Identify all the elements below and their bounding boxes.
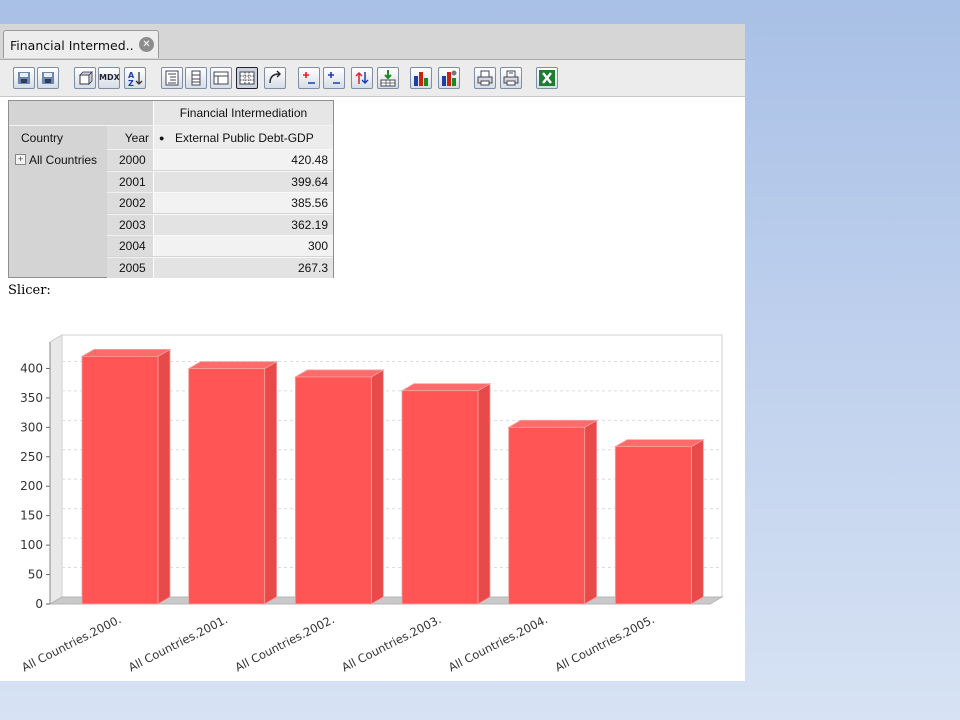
value-cell[interactable]: 385.56 [153, 192, 333, 213]
print-button[interactable] [474, 67, 496, 89]
y-tick-label: 0 [35, 597, 43, 611]
tab-bar: Financial Intermed.. ✕ [0, 24, 745, 60]
bar-chart: 0 50 100 150 200 250 300 350 400 All Countries.20… [19, 334, 724, 674]
sort-az-icon: AZ [125, 68, 145, 88]
x-category-label: All Countries.2004. [446, 612, 550, 674]
show-chart-icon [411, 68, 431, 88]
x-category-label: All Countries.2000. [19, 612, 123, 674]
drill-position-icon [324, 68, 344, 88]
show-properties-icon [211, 68, 231, 88]
suppress-empty-button[interactable] [236, 67, 258, 89]
show-parent-members-button[interactable] [161, 67, 183, 89]
pivot-viewer-window: Financial Intermed.. ✕ MDX A Z Financial I… [0, 24, 745, 681]
measure-group-header: Financial Intermediation [153, 101, 333, 125]
value-cell[interactable]: 300 [153, 235, 333, 256]
y-tick-label: 300 [20, 420, 43, 434]
y-tick-label: 150 [20, 509, 43, 523]
pivot-corner [9, 101, 153, 125]
save-button[interactable] [13, 67, 35, 89]
mdx-icon: MDX [99, 73, 120, 82]
close-tab-icon[interactable]: ✕ [139, 37, 154, 52]
bar[interactable] [507, 419, 599, 605]
tab-label: Financial Intermed.. [10, 38, 134, 53]
chart-config-icon [439, 68, 459, 88]
measure-bullet-icon: ● [159, 133, 165, 143]
cube-navigator-button[interactable] [74, 67, 96, 89]
toolbar: MDX A Z [0, 60, 745, 97]
print-config-button[interactable] [500, 67, 522, 89]
excel-export-button[interactable] [536, 67, 558, 89]
value-cell[interactable]: 362.19 [153, 213, 333, 235]
print-config-icon [501, 68, 521, 88]
x-category-label: All Countries.2002. [233, 612, 337, 674]
y-tick-label: 400 [20, 361, 43, 375]
y-tick-label: 200 [20, 479, 43, 493]
swap-axes-button[interactable] [264, 67, 286, 89]
bar[interactable] [80, 348, 172, 605]
tab-financial-intermediation[interactable]: Financial Intermed.. ✕ [3, 30, 159, 58]
year-row-header[interactable]: 2002 [107, 192, 153, 213]
chart-left-wall [49, 334, 63, 605]
show-properties-button[interactable] [210, 67, 232, 89]
bar[interactable] [613, 438, 705, 605]
print-icon [475, 68, 495, 88]
bar[interactable] [187, 360, 279, 605]
measure-label: External Public Debt-GDP [175, 131, 314, 145]
x-category-label: All Countries.2003. [339, 612, 443, 674]
y-tick-label: 100 [20, 538, 43, 552]
y-tick-label: 50 [28, 568, 43, 582]
bar[interactable] [293, 369, 385, 605]
y-tick-label: 250 [20, 450, 43, 464]
year-column-header: Year [107, 125, 153, 149]
measure-header[interactable]: ● External Public Debt-GDP [153, 125, 333, 149]
drill-position-button[interactable] [323, 67, 345, 89]
drill-replace-button[interactable] [351, 67, 373, 89]
drill-member-button[interactable] [298, 67, 320, 89]
drill-replace-icon [352, 68, 372, 88]
bar[interactable] [400, 383, 492, 605]
cube-navigator-icon [75, 68, 95, 88]
drill-through-icon [378, 68, 398, 88]
chart-config-button[interactable] [438, 67, 460, 89]
country-row-header: + All Countries [9, 149, 107, 277]
drill-through-button[interactable] [377, 67, 399, 89]
slicer-label: Slicer: [8, 283, 51, 298]
swap-axes-icon [265, 68, 285, 88]
show-chart-button[interactable] [410, 67, 432, 89]
x-category-label: All Countries.2005. [553, 612, 657, 674]
x-category-label: All Countries.2001. [126, 612, 230, 674]
save-icon [14, 68, 34, 88]
year-row-header[interactable]: 2000 [107, 149, 153, 170]
expand-icon[interactable]: + [15, 154, 26, 165]
suppress-empty-icon [237, 68, 257, 88]
mdx-button[interactable]: MDX [98, 67, 120, 89]
show-parent-members-icon [162, 68, 182, 88]
year-row-header[interactable]: 2003 [107, 213, 153, 235]
year-row-header[interactable]: 2004 [107, 235, 153, 256]
year-row-header[interactable]: 2005 [107, 256, 153, 278]
value-cell[interactable]: 420.48 [153, 149, 333, 170]
year-row-header[interactable]: 2001 [107, 170, 153, 192]
svg-text:Z: Z [128, 79, 134, 88]
country-label[interactable]: All Countries [29, 150, 97, 170]
country-column-header: Country [9, 125, 107, 149]
save-as-button[interactable] [37, 67, 59, 89]
value-cell[interactable]: 267.3 [153, 256, 333, 278]
hide-spans-button[interactable] [185, 67, 207, 89]
drill-member-icon [299, 68, 319, 88]
y-tick-label: 350 [20, 391, 43, 405]
sort-az-button[interactable]: AZ [124, 67, 146, 89]
pivot-table: Financial Intermediation Country Year ● … [8, 100, 334, 278]
value-cell[interactable]: 399.64 [153, 170, 333, 192]
excel-export-icon [537, 68, 557, 88]
save-as-icon [38, 68, 58, 88]
hide-spans-icon [186, 68, 206, 88]
